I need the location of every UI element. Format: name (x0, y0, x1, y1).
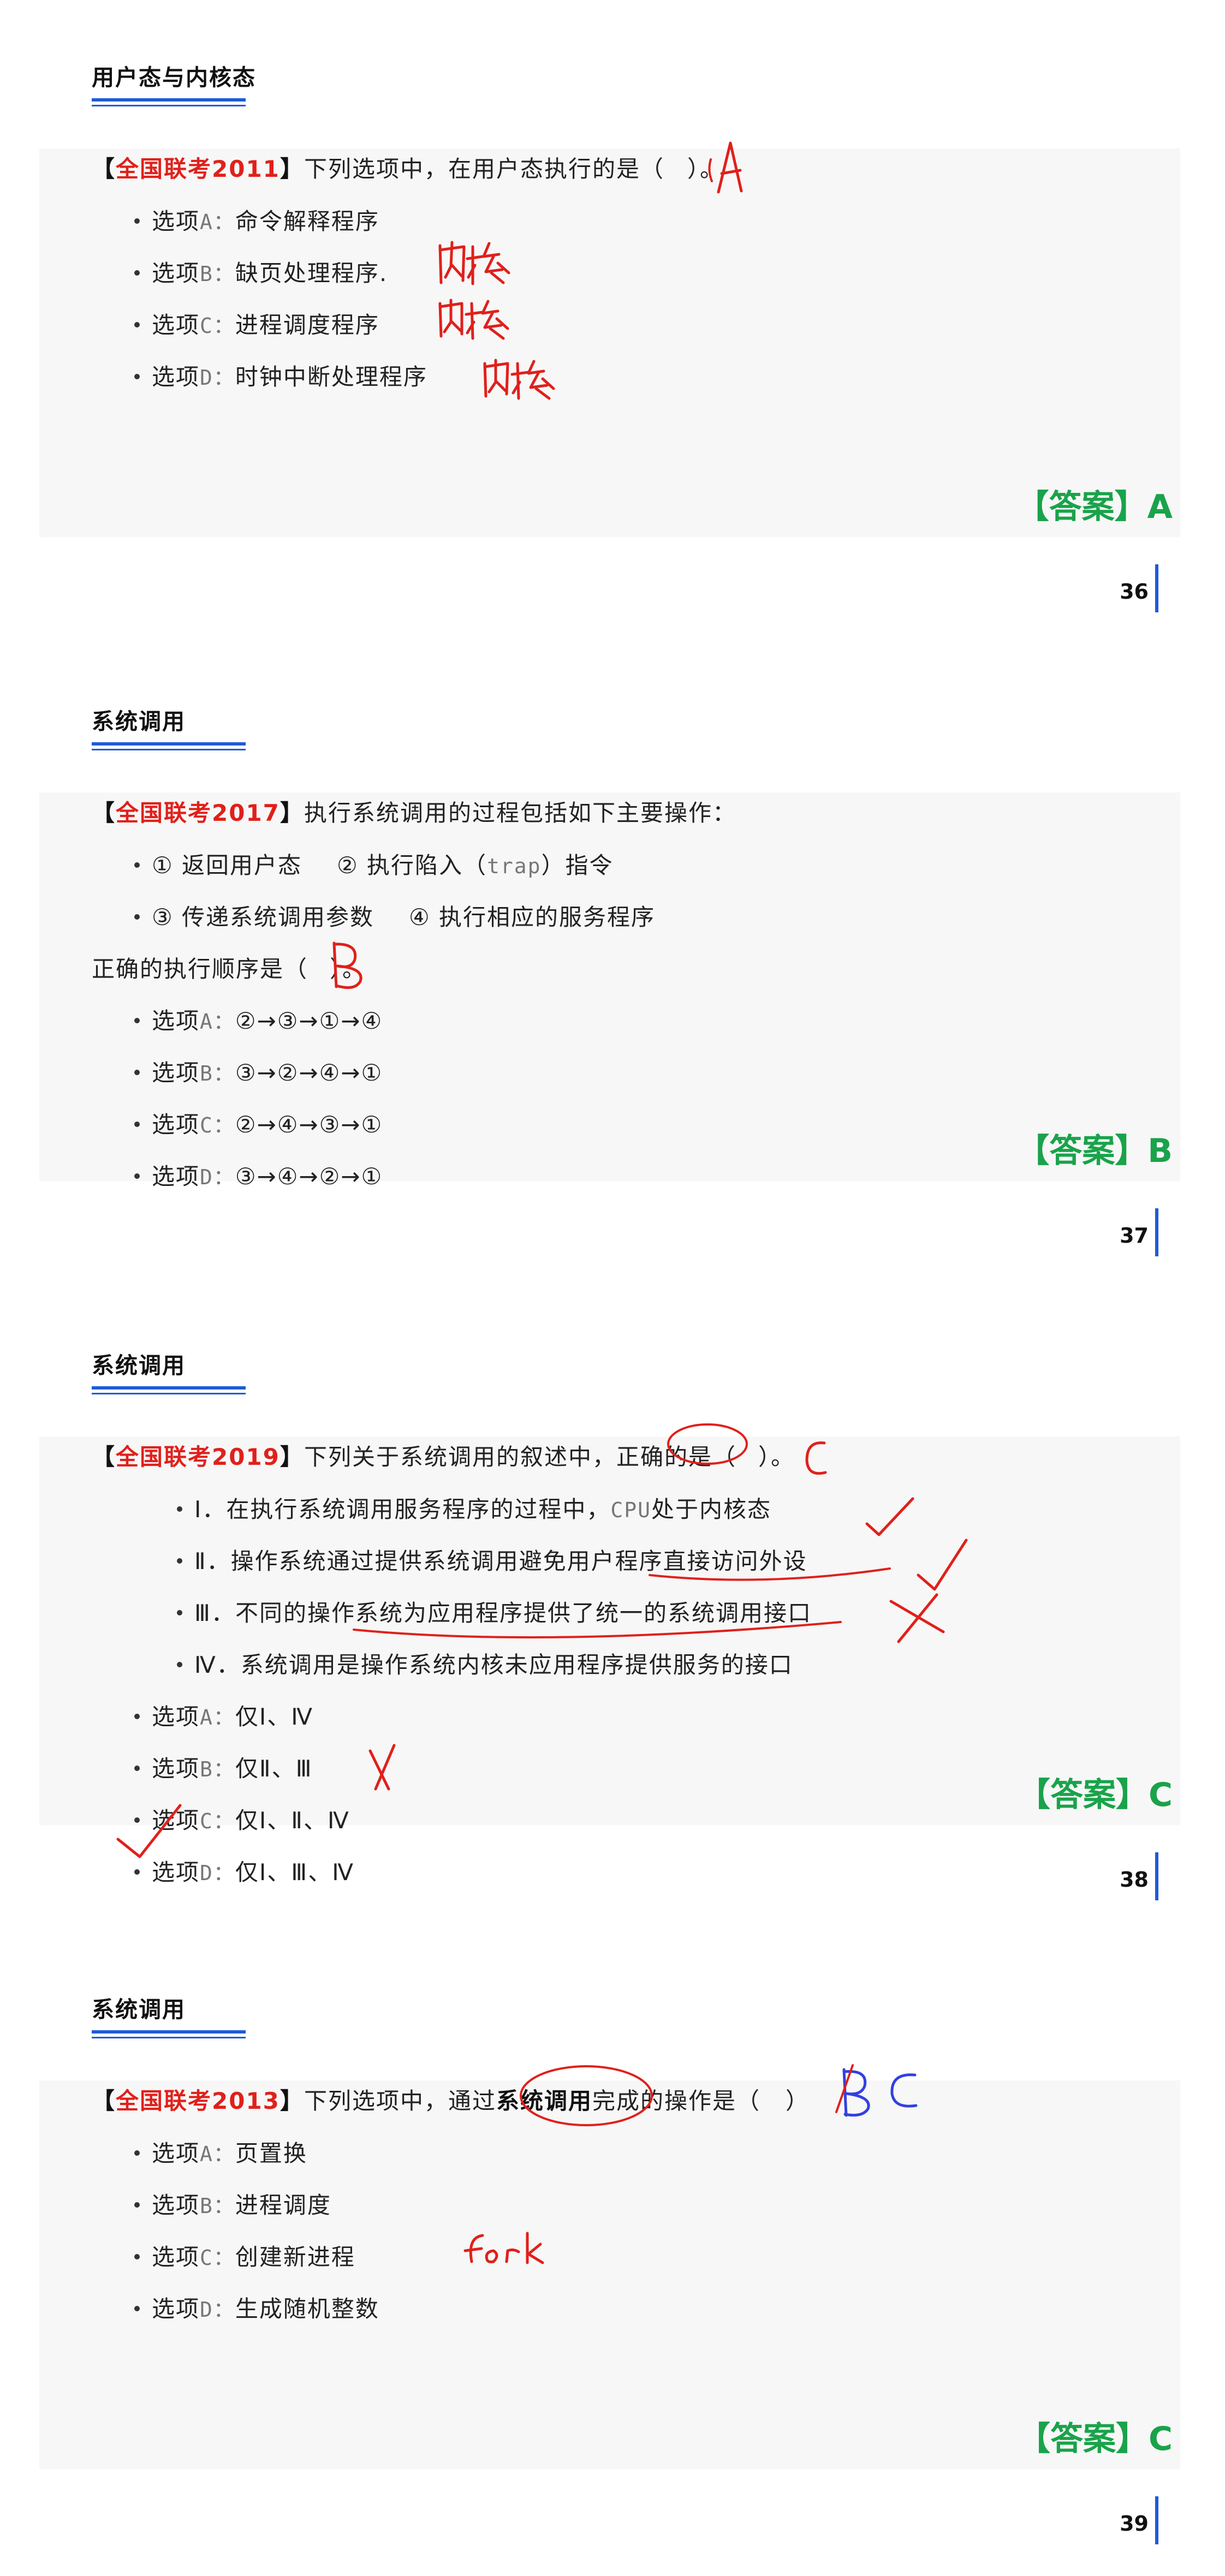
circle-syscall (520, 2065, 653, 2126)
slide-37: 系统调用 【全国联考2017】执行系统调用的过程包括如下主要操作： ① 返回用户… (0, 644, 1225, 1288)
slide-36: 用户态与内核态 【全国联考2011】下列选项中，在用户态执行的是（）。 选项A：… (0, 0, 1225, 644)
handwritten-C (805, 1441, 827, 1475)
handwritten-kernel-d (483, 359, 555, 400)
handwriting-annotations (116, 1423, 968, 1858)
cross-b (368, 1744, 396, 1791)
check-2 (917, 1539, 968, 1591)
handwriting-annotations (332, 941, 362, 989)
cross-3 (889, 1593, 945, 1643)
underline-3 (353, 1621, 842, 1639)
handwritten-kernel-b (438, 241, 510, 285)
handwritten-A (717, 141, 743, 194)
handwritten-B (332, 941, 362, 989)
check-1 (865, 1497, 914, 1536)
handwritten-C (890, 2073, 918, 2108)
handwriting-annotations (463, 2064, 918, 2264)
underline-2 (649, 1567, 891, 1581)
slide-38: 系统调用 【全国联考2019】下列关于系统调用的叙述中，正确的是（）。 Ⅰ．在执… (0, 1288, 1225, 1932)
handwriting-annotations (438, 141, 743, 400)
check-c (116, 1804, 182, 1858)
handwritten-fork (463, 2232, 544, 2264)
slide-39: 系统调用 【全国联考2013】下列选项中，通过系统调用完成的操作是（） 选项A：… (0, 1932, 1225, 2576)
circle-correct (667, 1423, 748, 1465)
handwritten-kernel-c (438, 299, 509, 340)
